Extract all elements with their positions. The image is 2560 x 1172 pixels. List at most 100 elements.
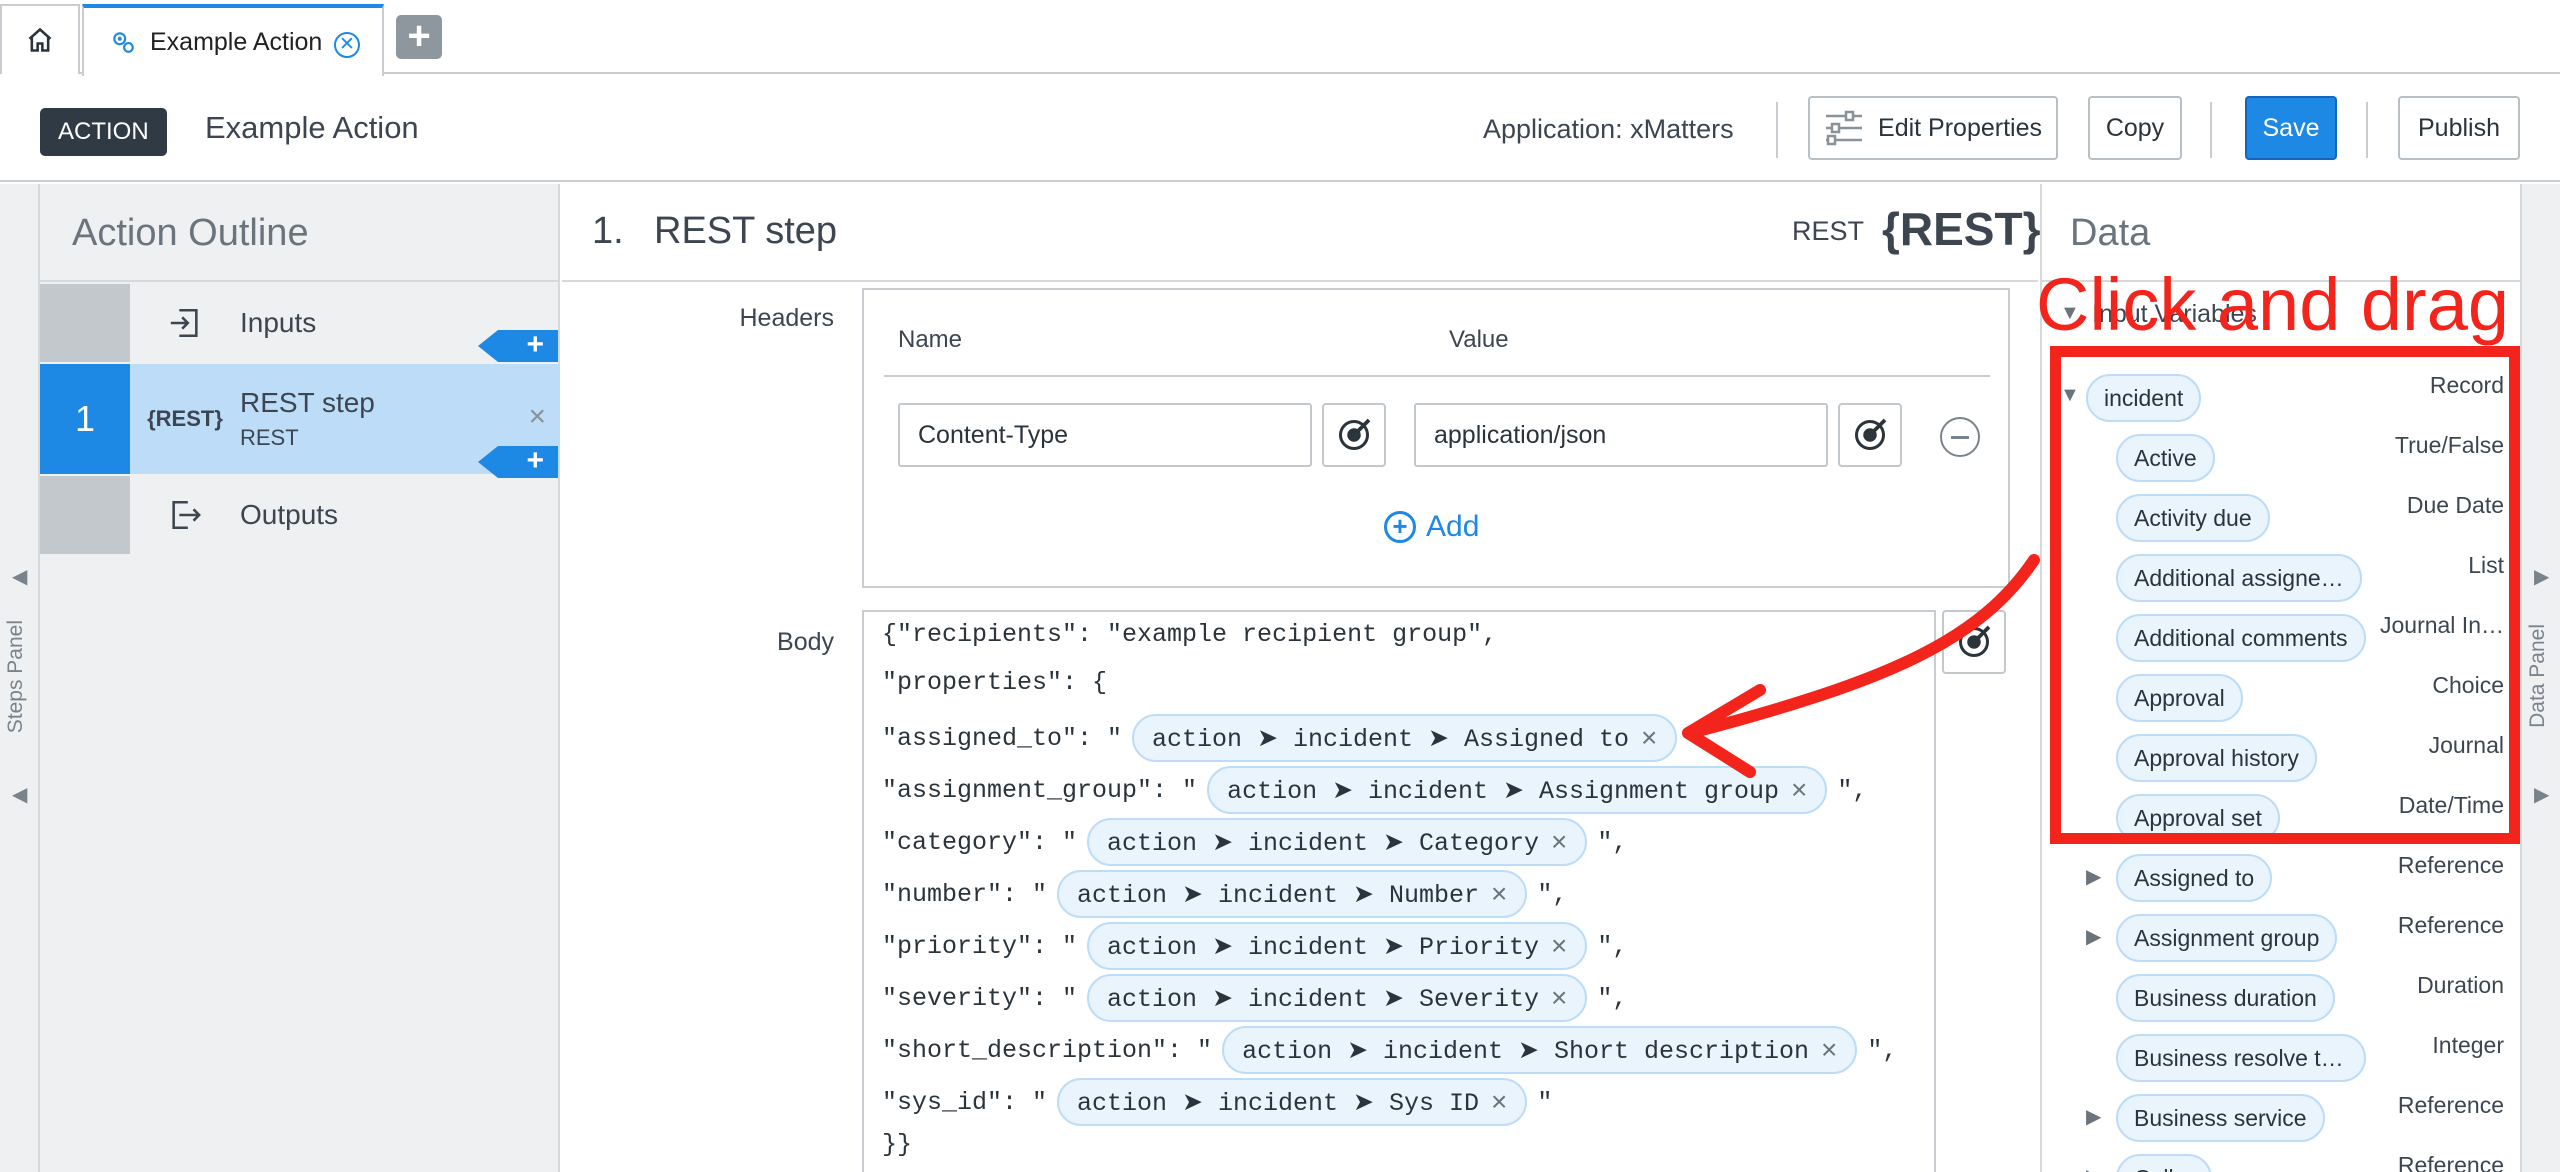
property-picker-button[interactable] xyxy=(1838,403,1902,467)
data-type-label: Integer xyxy=(2432,1032,2504,1058)
data-panel-label: Data Panel xyxy=(2526,624,2549,728)
gears-icon xyxy=(113,32,134,53)
body-text: ", xyxy=(1867,1035,1898,1065)
body-text: "assigned_to": " xyxy=(882,723,1123,753)
data-token[interactable]: Assigned to xyxy=(2116,854,2273,902)
save-button[interactable]: Save xyxy=(2245,96,2337,160)
property-token-label: action ➤ incident ➤ Sys ID xyxy=(1077,1088,1479,1118)
add-tab-button[interactable]: + xyxy=(396,15,442,59)
body-text: "assignment_group": " xyxy=(882,775,1198,805)
remove-token-icon[interactable]: × xyxy=(1551,982,1567,1014)
remove-header-button[interactable] xyxy=(1940,417,1980,457)
headers-label: Headers xyxy=(739,304,835,332)
property-token-label: action ➤ incident ➤ Assigned to xyxy=(1152,724,1630,754)
page-title: Example Action xyxy=(205,110,419,145)
expand-icon[interactable]: ▶ xyxy=(2086,864,2101,889)
outline-inputs[interactable]: Inputs xyxy=(40,284,560,362)
data-item[interactable]: ▶ Business service Reference xyxy=(2042,1092,2522,1146)
data-token[interactable]: Assignment group xyxy=(2116,914,2338,962)
page-header: ACTION Example Action Application: xMatt… xyxy=(0,76,2560,182)
step-name: REST step xyxy=(240,387,375,418)
body-text: "priority": " xyxy=(882,931,1078,961)
property-picker-button[interactable] xyxy=(1942,610,2006,674)
application-label: Application: xMatters xyxy=(1483,114,1734,144)
property-token-label: action ➤ incident ➤ Category xyxy=(1107,828,1540,858)
property-token-label: action ➤ incident ➤ Priority xyxy=(1107,932,1540,962)
body-label: Body xyxy=(777,628,834,656)
remove-token-icon[interactable]: × xyxy=(1791,774,1807,806)
data-token[interactable]: Business duration xyxy=(2116,974,2335,1022)
remove-token-icon[interactable]: × xyxy=(1491,1086,1507,1118)
expand-icon[interactable]: ▶ xyxy=(2086,924,2101,949)
remove-token-icon[interactable]: × xyxy=(1551,826,1567,858)
property-token-label: action ➤ incident ➤ Severity xyxy=(1107,984,1540,1014)
data-type-label: Duration xyxy=(2417,972,2504,998)
data-token[interactable]: Business resolve time xyxy=(2116,1034,2366,1082)
publish-label: Publish xyxy=(2418,113,2500,142)
property-token[interactable]: action ➤ incident ➤ Sys ID × xyxy=(1057,1078,1528,1126)
close-tab-icon[interactable]: ✕ xyxy=(334,32,360,58)
inputs-icon xyxy=(130,306,240,340)
value-column-header: Value xyxy=(1449,326,1509,353)
property-token[interactable]: action ➤ incident ➤ Assignment group × xyxy=(1207,766,1828,814)
steps-panel-toggle[interactable]: ◀ Steps Panel ◀ xyxy=(0,184,40,1172)
body-text: "short_description": " xyxy=(882,1035,1213,1065)
tab-example-action[interactable]: Example Action ✕ xyxy=(82,4,384,76)
data-item[interactable]: Business duration Duration xyxy=(2042,972,2522,1026)
body-editor[interactable]: {"recipients": "example recipient group"… xyxy=(862,610,1936,1172)
property-token[interactable]: action ➤ incident ➤ Priority × xyxy=(1087,922,1588,970)
property-token[interactable]: action ➤ incident ➤ Number × xyxy=(1057,870,1528,918)
property-token[interactable]: action ➤ incident ➤ Category × xyxy=(1087,818,1588,866)
expand-right-icon[interactable]: ▶ xyxy=(2534,782,2549,807)
header-divider xyxy=(2210,102,2212,158)
step-header: 1. REST step REST {REST} xyxy=(562,184,2040,282)
publish-button[interactable]: Publish xyxy=(2398,96,2520,160)
action-badge: ACTION xyxy=(40,108,167,156)
data-item[interactable]: ▶ Assigned to Reference xyxy=(2042,852,2522,906)
expand-right-icon[interactable]: ▶ xyxy=(2534,564,2549,589)
target-icon xyxy=(1959,625,1991,657)
remove-token-icon[interactable]: × xyxy=(1641,722,1657,754)
data-token[interactable]: Caller xyxy=(2116,1154,2213,1172)
edit-properties-button[interactable]: Edit Properties xyxy=(1808,96,2058,160)
outline-outputs[interactable]: Outputs xyxy=(40,476,560,554)
body-text: "category": " xyxy=(882,827,1078,857)
copy-button[interactable]: Copy xyxy=(2088,96,2182,160)
body-line: "severity": " action ➤ incident ➤ Severit… xyxy=(882,974,1627,1022)
add-header-button[interactable]: + Add xyxy=(1384,510,1479,544)
body-text: "number": " xyxy=(882,879,1048,909)
outline-step-rest[interactable]: 1 {REST} REST step REST × xyxy=(40,364,560,474)
body-text: ", xyxy=(1597,827,1628,857)
step-title: REST step xyxy=(654,210,838,252)
property-token[interactable]: action ➤ incident ➤ Assigned to × xyxy=(1132,714,1678,762)
data-item[interactable]: ▶ Caller Reference xyxy=(2042,1152,2522,1172)
expand-left-icon[interactable]: ◀ xyxy=(12,782,27,807)
remove-token-icon[interactable]: × xyxy=(1821,1034,1837,1066)
header-name-input[interactable]: Content-Type xyxy=(898,403,1312,467)
body-line: "assigned_to": " action ➤ incident ➤ Assi… xyxy=(882,714,1717,762)
header-divider xyxy=(1776,102,1778,158)
property-token[interactable]: action ➤ incident ➤ Severity × xyxy=(1087,974,1588,1022)
add-label: Add xyxy=(1426,510,1480,543)
data-item[interactable]: ▶ Assignment group Reference xyxy=(2042,912,2522,966)
remove-step-icon[interactable]: × xyxy=(528,400,546,434)
header-value-input[interactable]: application/json xyxy=(1414,403,1828,467)
data-item[interactable]: Business resolve time Integer xyxy=(2042,1032,2522,1086)
property-picker-button[interactable] xyxy=(1322,403,1386,467)
expand-icon[interactable]: ▶ xyxy=(2086,1104,2101,1129)
body-text: {"recipients": "example recipient group"… xyxy=(882,620,1498,649)
remove-token-icon[interactable]: × xyxy=(1551,930,1567,962)
body-line: "sys_id": " action ➤ incident ➤ Sys ID × " xyxy=(882,1078,1552,1126)
data-type-label: Reference xyxy=(2397,852,2504,878)
remove-token-icon[interactable]: × xyxy=(1491,878,1507,910)
property-token[interactable]: action ➤ incident ➤ Short description × xyxy=(1222,1026,1858,1074)
body-line: {"recipients": "example recipient group"… xyxy=(882,620,1497,649)
data-panel-toggle[interactable]: ▶ Data Panel ▶ xyxy=(2520,184,2560,1172)
data-token[interactable]: Business service xyxy=(2116,1094,2325,1142)
outline-marker xyxy=(40,476,130,554)
steps-panel-label: Steps Panel xyxy=(4,620,27,734)
expand-left-icon[interactable]: ◀ xyxy=(12,564,27,589)
home-tab[interactable] xyxy=(0,4,80,74)
expand-icon[interactable]: ▶ xyxy=(2086,1164,2101,1172)
outputs-label: Outputs xyxy=(240,499,339,530)
